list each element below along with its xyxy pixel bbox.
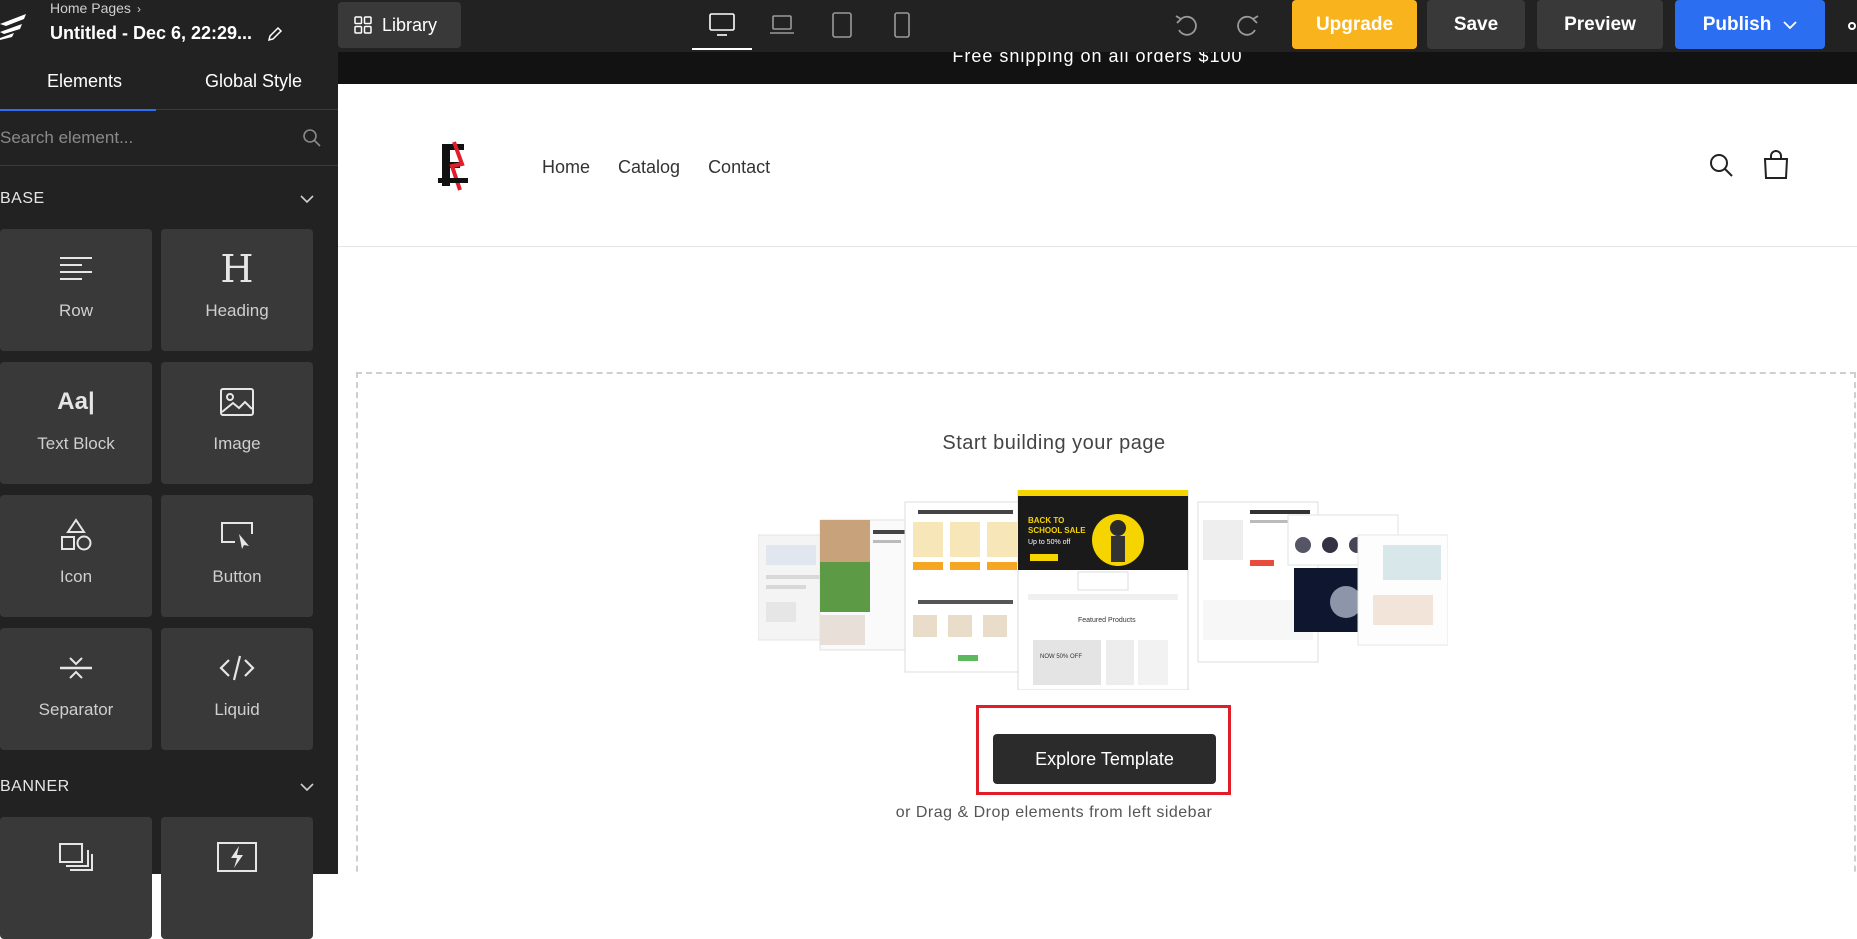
explore-template-button[interactable]: Explore Template <box>993 734 1216 784</box>
element-label: Icon <box>59 567 93 586</box>
desktop-icon <box>709 13 735 36</box>
element-button[interactable]: Button <box>161 495 313 617</box>
grid-icon <box>354 16 372 34</box>
redo-icon <box>1237 15 1259 36</box>
device-laptop-button[interactable] <box>752 0 812 50</box>
nav-contact[interactable]: Contact <box>708 157 770 178</box>
announcement-bar[interactable]: Free shipping on all orders $100 <box>338 52 1857 84</box>
cart-icon[interactable] <box>1762 150 1790 180</box>
element-text-block[interactable]: Aa| Text Block <box>0 362 152 484</box>
image-icon <box>220 388 254 416</box>
start-building-title: Start building your page <box>942 432 1166 454</box>
element-banner[interactable] <box>0 817 152 939</box>
page-canvas[interactable]: Free shipping on all orders $100 Home Ca… <box>338 52 1857 874</box>
drag-drop-hint: or Drag & Drop elements from left sideba… <box>895 804 1213 821</box>
button-cursor-icon <box>221 522 253 549</box>
undo-button[interactable] <box>1170 10 1202 40</box>
element-label: Text Block <box>37 434 115 453</box>
chevron-right-icon: › <box>136 2 141 16</box>
element-hero-banner[interactable] <box>161 817 313 939</box>
element-label: Image <box>213 434 261 453</box>
device-mobile-button[interactable] <box>872 0 932 50</box>
element-heading[interactable]: H Heading <box>161 229 313 351</box>
svg-text:Up to 50% off: Up to 50% off <box>1028 539 1070 546</box>
publish-button[interactable]: Publish <box>1675 0 1825 49</box>
publish-label: Publish <box>1702 13 1772 35</box>
save-button[interactable]: Save <box>1427 0 1525 49</box>
tab-elements[interactable]: Elements <box>0 52 169 111</box>
search-icon[interactable] <box>302 128 322 148</box>
element-label: Button <box>212 567 262 586</box>
device-tablet-button[interactable] <box>812 0 872 50</box>
nav-catalog[interactable]: Catalog <box>618 157 680 178</box>
top-bar: Home Pages › Untitled - Dec 6, 22:29... L… <box>0 0 1857 52</box>
library-button[interactable]: Library <box>338 2 461 48</box>
section-base-header[interactable]: BASE <box>0 184 338 214</box>
tablet-icon <box>832 12 852 38</box>
document-title-text: Untitled - Dec 6, 22:29... <box>50 23 253 43</box>
svg-text:BACK TO: BACK TO <box>1028 516 1064 525</box>
separator-icon <box>60 657 92 679</box>
element-label: Separator <box>38 700 114 719</box>
upgrade-button[interactable]: Upgrade <box>1292 0 1417 49</box>
lightning-frame-icon <box>217 842 257 872</box>
chevron-down-icon <box>300 195 314 204</box>
elements-sidebar: Elements Global Style BASE Row H Heading… <box>0 52 338 939</box>
store-logo[interactable] <box>436 136 470 194</box>
section-banner-header[interactable]: BANNER <box>0 772 338 802</box>
element-label: Liquid <box>214 700 260 719</box>
element-search <box>0 110 338 166</box>
element-label: Row <box>58 301 93 320</box>
app-logo-icon[interactable] <box>0 10 30 40</box>
heading-icon: H <box>220 247 254 291</box>
pencil-icon[interactable] <box>267 26 283 42</box>
document-title[interactable]: Untitled - Dec 6, 22:29... <box>50 22 283 44</box>
library-label: Library <box>382 14 438 35</box>
undo-icon <box>1175 15 1197 36</box>
tab-global-style[interactable]: Global Style <box>169 52 338 110</box>
laptop-icon <box>770 15 794 34</box>
announcement-text: Free shipping on all orders $100 <box>952 52 1243 66</box>
template-collage-image[interactable]: BACK TO SCHOOL SALE Up to 50% off Featur… <box>758 490 1448 690</box>
section-base-title: BASE <box>0 190 45 207</box>
device-switcher <box>692 0 932 52</box>
svg-text:SCHOOL SALE: SCHOOL SALE <box>1028 526 1086 535</box>
search-icon[interactable] <box>1708 152 1734 178</box>
more-options-icon[interactable] <box>1848 22 1856 30</box>
element-row[interactable]: Row <box>0 229 152 351</box>
element-label: Heading <box>205 301 269 320</box>
element-separator[interactable]: Separator <box>0 628 152 750</box>
preview-button[interactable]: Preview <box>1537 0 1663 49</box>
chevron-down-icon <box>1783 20 1797 29</box>
sidebar-tabs: Elements Global Style <box>0 52 338 111</box>
store-header[interactable]: Home Catalog Contact <box>338 84 1857 247</box>
section-banner-title: BANNER <box>0 778 70 795</box>
svg-text:NOW 50% OFF: NOW 50% OFF <box>1040 654 1082 660</box>
device-desktop-button[interactable] <box>692 0 752 50</box>
redo-button[interactable] <box>1232 10 1264 40</box>
element-image[interactable]: Image <box>161 362 313 484</box>
mobile-icon <box>894 12 910 38</box>
svg-text:Featured Products: Featured Products <box>1078 617 1136 624</box>
chevron-down-icon <box>300 783 314 792</box>
layers-icon <box>59 843 93 871</box>
code-icon <box>219 655 255 681</box>
row-icon <box>60 257 92 280</box>
text-block-icon: Aa| <box>57 388 95 415</box>
element-icon[interactable]: Icon <box>0 495 152 617</box>
element-liquid[interactable]: Liquid <box>161 628 313 750</box>
nav-home[interactable]: Home <box>542 157 590 178</box>
breadcrumb-home-pages[interactable]: Home Pages <box>50 0 131 16</box>
search-input[interactable] <box>0 127 290 148</box>
shapes-icon <box>61 518 92 551</box>
main-nav: Home Catalog Contact <box>542 157 770 178</box>
breadcrumb[interactable]: Home Pages › <box>50 0 141 17</box>
